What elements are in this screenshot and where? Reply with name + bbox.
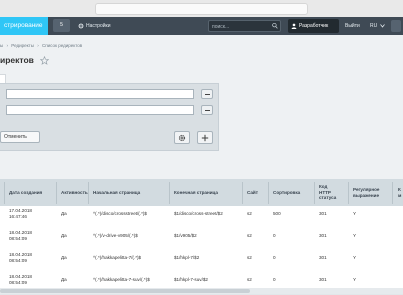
- active-section-tab[interactable]: стрирование: [0, 17, 48, 35]
- filter-field-input[interactable]: [6, 105, 194, 115]
- cell-active: Да: [61, 211, 67, 216]
- settings-label: Настройки: [86, 23, 111, 29]
- table-row[interactable]: [0, 250, 403, 273]
- column-header[interactable]: Начальная страница: [93, 179, 163, 206]
- chevron-down-icon: [380, 24, 385, 28]
- cell-sort: 0: [273, 255, 276, 260]
- column-separator: [4, 182, 5, 204]
- column-header[interactable]: Конечная страница: [174, 179, 240, 206]
- cell-source-url: ^(.*)/hakkapelitta-7/(.*)$: [93, 255, 142, 260]
- settings-button[interactable]: Настройки: [78, 17, 111, 35]
- cell-date: 18.04.2018 08:54:09: [9, 230, 32, 241]
- cell-active: Да: [61, 233, 67, 238]
- cancel-button[interactable]: Отменить: [0, 131, 40, 143]
- column-header[interactable]: Активность: [61, 179, 91, 206]
- cell-regex: Y: [353, 211, 357, 216]
- gear-icon: [178, 134, 186, 142]
- add-filter-button[interactable]: [197, 131, 213, 144]
- cell-sort: 0: [273, 277, 276, 282]
- breadcrumb-item-current: Список редиректов: [41, 43, 83, 48]
- column-header[interactable]: Дата создания: [9, 179, 45, 206]
- gear-icon: [78, 23, 84, 29]
- cell-regex: Y: [353, 255, 357, 260]
- cell-active: Да: [61, 277, 67, 282]
- cell-target-url: $1/disco/cross-street/$2: [174, 211, 223, 216]
- column-header[interactable]: Сайт: [247, 179, 267, 206]
- scrollbar-thumb[interactable]: [0, 289, 250, 293]
- search-icon[interactable]: [272, 22, 278, 30]
- column-separator: [242, 182, 243, 204]
- column-separator: [314, 182, 315, 204]
- remove-filter-button[interactable]: [201, 89, 213, 99]
- user-icon: [291, 23, 297, 29]
- notifications-button[interactable]: 5: [53, 19, 70, 32]
- address-bar[interactable]: [95, 3, 308, 15]
- cell-site: s2: [247, 211, 252, 216]
- column-header[interactable]: Регулярное выражение: [353, 179, 387, 206]
- cell-site: s2: [247, 233, 252, 238]
- logout-link[interactable]: Выйти: [345, 17, 360, 35]
- cell-date: 18.04.2018 08:54:09: [9, 274, 32, 285]
- cell-http-code: 301: [319, 233, 327, 238]
- cell-sort: 500: [273, 211, 281, 216]
- column-separator: [268, 182, 269, 204]
- breadcrumb-item[interactable]: Редиректы: [11, 43, 34, 48]
- notif-count: 5: [60, 22, 63, 28]
- cell-site: s2: [247, 277, 252, 282]
- column-separator: [392, 182, 393, 204]
- column-separator: [56, 182, 57, 204]
- search-input[interactable]: поиск...: [208, 20, 281, 32]
- developer-label: Разработчик: [299, 23, 329, 29]
- cell-http-code: 301: [319, 277, 327, 282]
- breadcrumb-separator: ›: [6, 43, 9, 48]
- cell-active: Да: [61, 255, 67, 260]
- cell-source-url: ^(.*)/hakkapelitta-7-suv/(.*)$: [93, 277, 150, 282]
- language-select[interactable]: RU: [370, 17, 377, 35]
- column-header[interactable]: К м: [398, 179, 403, 206]
- table-row[interactable]: [0, 206, 403, 229]
- table-row[interactable]: [0, 228, 403, 251]
- cell-http-code: 301: [319, 211, 327, 216]
- cell-date: 17.04.2018 16:47:46: [9, 208, 32, 219]
- cell-target-url: $1/hkpl-7/$2: [174, 255, 200, 260]
- breadcrumb-item[interactable]: ы: [0, 43, 3, 48]
- page-title: иректов: [0, 55, 34, 65]
- cell-date: 18.04.2018 08:54:09: [9, 252, 32, 263]
- breadcrumb: ы › Редиректы › Список редиректов: [0, 43, 84, 48]
- column-separator: [348, 182, 349, 204]
- column-separator: [88, 182, 89, 204]
- cell-site: s2: [247, 255, 252, 260]
- plus-icon: [201, 134, 209, 142]
- cell-source-url: ^(.*)/v-drive-v905/(.*)$: [93, 233, 138, 238]
- cell-target-url: $1/hkpl-7-suv/$2: [174, 277, 208, 282]
- cell-http-code: 301: [319, 255, 327, 260]
- minus-icon: [205, 110, 210, 111]
- remove-filter-button[interactable]: [201, 105, 213, 115]
- pin-panel-button[interactable]: [391, 20, 401, 32]
- cell-regex: Y: [353, 277, 357, 282]
- breadcrumb-separator: ›: [37, 43, 39, 48]
- filter-settings-button[interactable]: [174, 131, 190, 144]
- star-icon[interactable]: [40, 56, 49, 65]
- cell-sort: 0: [273, 233, 276, 238]
- column-header[interactable]: Сортировка: [273, 179, 309, 206]
- minus-icon: [205, 94, 210, 95]
- cell-target-url: $1/v905/$2: [174, 233, 197, 238]
- column-separator: [169, 182, 170, 204]
- column-header[interactable]: Код HTTP статуса: [319, 179, 336, 206]
- filter-field-input[interactable]: [6, 89, 194, 99]
- cell-source-url: ^(.*)/disco/crossstreet/(.*)$: [93, 211, 147, 216]
- cell-regex: Y: [353, 233, 357, 238]
